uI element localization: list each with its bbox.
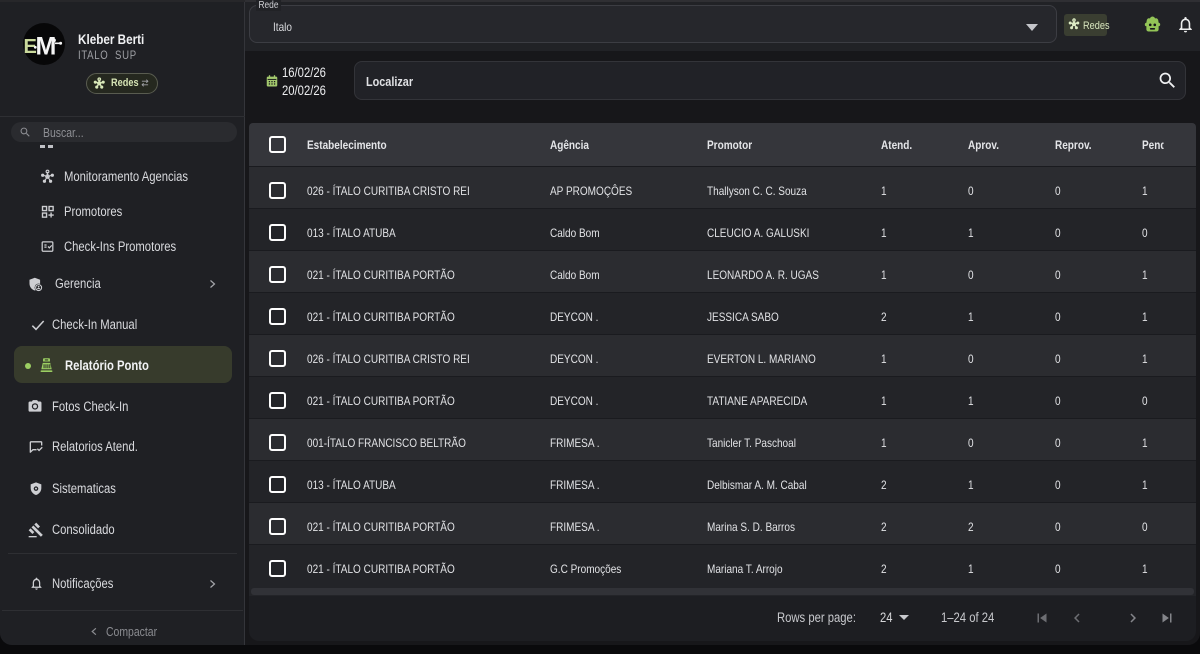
svg-text:M: M (36, 33, 57, 61)
